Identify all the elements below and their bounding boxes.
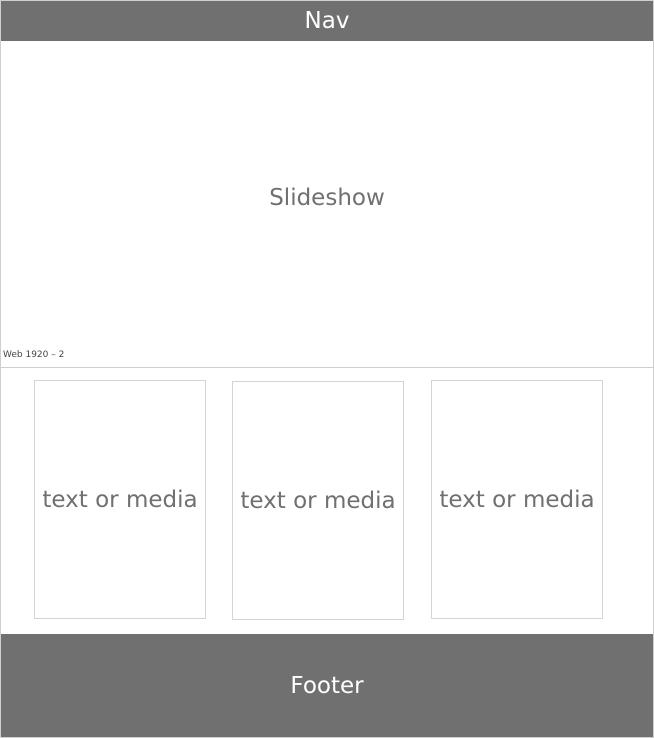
artboard-frame: Nav Slideshow Web 1920 – 2 text or media… — [0, 0, 654, 738]
artboard-name-label: Web 1920 – 2 — [3, 350, 65, 360]
footer-bar[interactable]: Footer — [1, 634, 653, 737]
card-label: text or media — [240, 487, 396, 514]
content-card-1[interactable]: text or media — [34, 380, 206, 619]
content-card-2[interactable]: text or media — [232, 381, 404, 620]
slideshow-label: Slideshow — [269, 185, 385, 211]
footer-label: Footer — [290, 672, 364, 699]
card-label: text or media — [42, 486, 198, 513]
nav-bar[interactable]: Nav — [1, 1, 653, 41]
content-card-3[interactable]: text or media — [431, 380, 603, 619]
slideshow-area[interactable]: Slideshow Web 1920 – 2 — [1, 41, 653, 368]
card-label: text or media — [439, 486, 595, 513]
nav-label: Nav — [304, 7, 350, 34]
